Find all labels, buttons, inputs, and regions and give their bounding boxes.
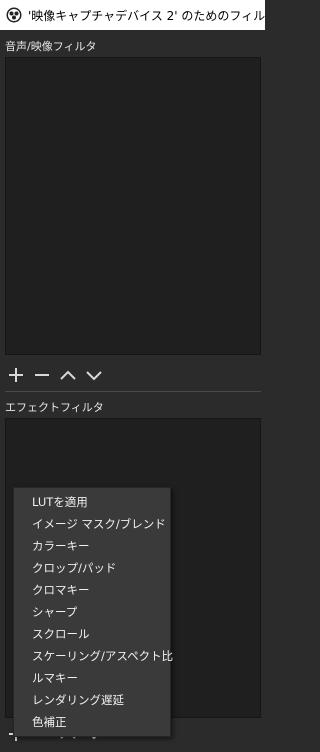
audio-video-filters-toolbar: [6, 363, 104, 387]
menu-item-scaling-aspect[interactable]: スケーリング/アスペクト比: [14, 645, 173, 667]
move-filter-down-button[interactable]: [84, 365, 104, 385]
section-divider[interactable]: [5, 391, 261, 392]
menu-item-scroll[interactable]: スクロール: [14, 623, 170, 645]
title-bar: '映像キャプチャデバイス 2' のためのフィルタ: [0, 0, 265, 30]
obs-logo-icon: [6, 7, 22, 23]
chevron-down-icon: [86, 371, 102, 381]
remove-filter-button[interactable]: [32, 365, 52, 385]
menu-item-render-delay[interactable]: レンダリング遅延: [14, 689, 170, 711]
menu-item-apply-lut[interactable]: LUTを適用: [14, 491, 170, 513]
minus-icon: [35, 374, 49, 376]
add-filter-button[interactable]: [6, 365, 26, 385]
menu-item-sharpen[interactable]: シャープ: [14, 601, 170, 623]
add-filter-context-menu: LUTを適用 イメージ マスク/ブレンド カラーキー クロップ/パッド クロマキ…: [13, 487, 173, 737]
audio-video-filters-label: 音声/映像フィルタ: [5, 40, 97, 53]
menu-item-color-key[interactable]: カラーキー: [14, 535, 170, 557]
plus-icon: [9, 368, 23, 382]
window-title: '映像キャプチャデバイス 2' のためのフィルタ: [28, 8, 265, 23]
move-filter-up-button[interactable]: [58, 365, 78, 385]
chevron-up-icon: [60, 370, 76, 380]
menu-item-luma-key[interactable]: ルマキー: [14, 667, 170, 689]
menu-item-image-mask-blend[interactable]: イメージ マスク/ブレンド: [14, 513, 170, 535]
menu-item-color-correction[interactable]: 色補正: [14, 711, 170, 733]
effect-filters-label: エフェクトフィルタ: [5, 401, 104, 414]
menu-item-crop-pad[interactable]: クロップ/パッド: [14, 557, 170, 579]
menu-item-chroma-key[interactable]: クロマキー: [14, 579, 170, 601]
audio-video-filters-list[interactable]: [5, 57, 261, 355]
